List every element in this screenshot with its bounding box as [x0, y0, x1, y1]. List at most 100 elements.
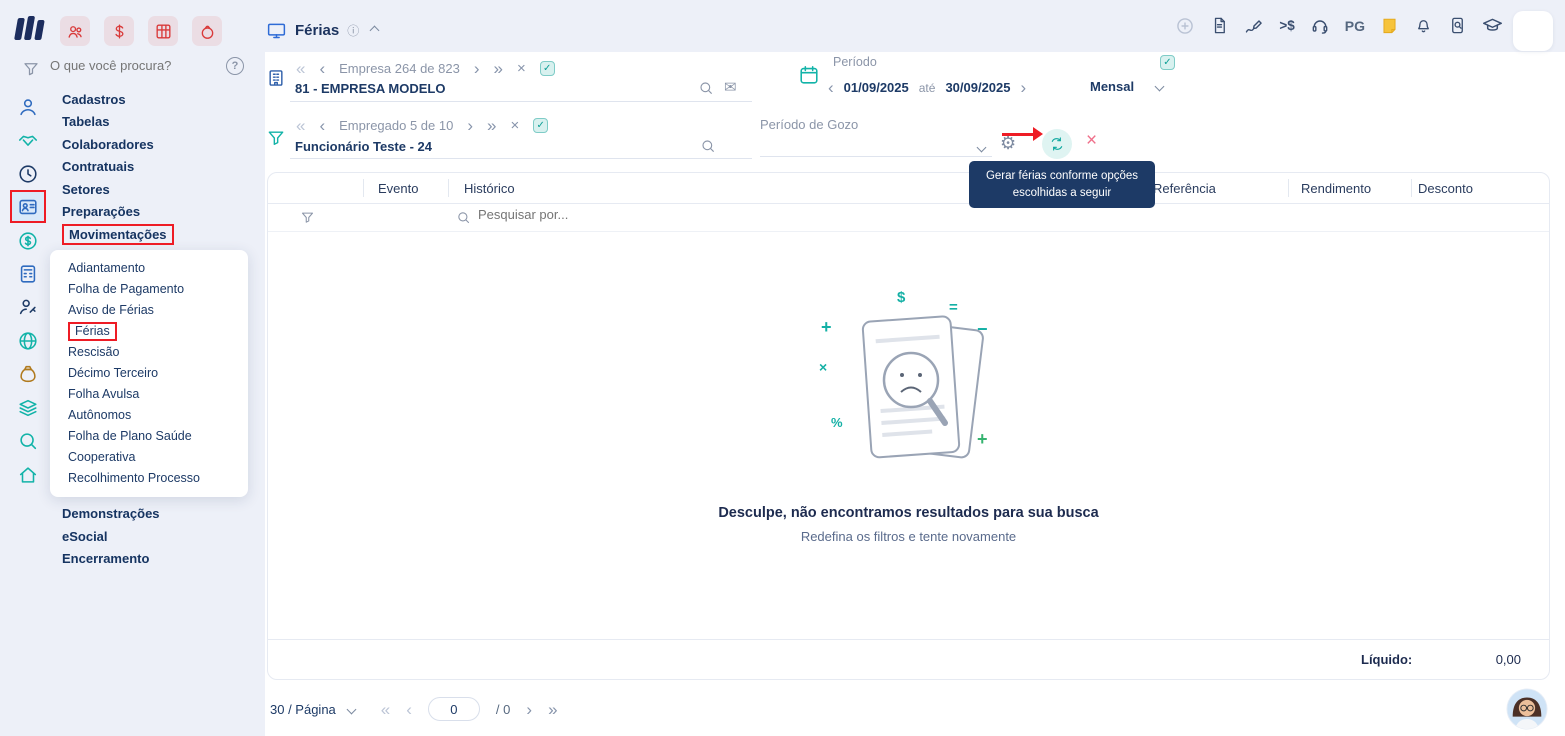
payroll-grid-icon[interactable]: [148, 16, 178, 46]
pagination-page-input[interactable]: [428, 697, 480, 721]
dollar-icon[interactable]: [104, 16, 134, 46]
column-header-rendimento[interactable]: Rendimento: [1301, 181, 1371, 196]
signature-icon[interactable]: [1244, 16, 1264, 36]
generate-vacation-refresh-icon[interactable]: [1042, 129, 1072, 159]
clock-icon[interactable]: [17, 163, 39, 185]
pagination-next-icon[interactable]: ›: [526, 701, 532, 718]
person-key-icon[interactable]: [17, 296, 39, 318]
employee-prev-icon[interactable]: ‹: [319, 117, 325, 134]
notes-icon[interactable]: [1380, 16, 1399, 35]
dollar-circle-icon[interactable]: [17, 230, 39, 252]
column-header-evento[interactable]: Evento: [378, 181, 418, 196]
info-icon[interactable]: ⓘ: [347, 22, 359, 39]
graduation-cap-icon[interactable]: [1482, 15, 1503, 36]
company-search-icon[interactable]: [698, 80, 714, 96]
layers-icon[interactable]: [17, 397, 39, 419]
people-icon[interactable]: [60, 16, 90, 46]
submenu-item-autonomos[interactable]: Autônomos: [68, 405, 248, 426]
period-filter-checkbox[interactable]: ✓: [1160, 55, 1175, 70]
document-icon[interactable]: [1210, 16, 1229, 35]
pagination-first-icon[interactable]: «: [381, 701, 390, 718]
sidebar-item-tabelas[interactable]: Tabelas: [56, 111, 264, 134]
company-last-icon[interactable]: »: [494, 60, 503, 77]
document-search-icon[interactable]: [1448, 16, 1467, 35]
weight-scale-icon[interactable]: [192, 16, 222, 46]
page-size-chevron-down-icon[interactable]: [346, 704, 356, 714]
company-first-icon[interactable]: «: [296, 60, 305, 77]
page-size-select[interactable]: 30 / Página: [270, 702, 336, 717]
column-header-referencia[interactable]: Referência: [1153, 181, 1216, 196]
gozo-cancel-icon[interactable]: ×: [1086, 131, 1097, 150]
sidebar-item-setores[interactable]: Setores: [56, 178, 264, 201]
calculator-icon[interactable]: [17, 263, 39, 285]
table-filter-funnel-icon[interactable]: [300, 210, 315, 225]
period-prev-icon[interactable]: ‹: [828, 79, 834, 96]
submenu-item-folha-de-pagamento[interactable]: Folha de Pagamento: [68, 279, 248, 300]
pagination-prev-icon[interactable]: ‹: [406, 701, 412, 718]
submenu-item-recolhimento-processo[interactable]: Recolhimento Processo: [68, 468, 248, 489]
sidebar-search-input[interactable]: [50, 58, 210, 73]
sidebar-item-contratuais[interactable]: Contratuais: [56, 156, 264, 179]
sidebar-item-esocial[interactable]: eSocial: [56, 525, 264, 548]
help-icon[interactable]: ?: [226, 57, 244, 75]
employee-next-icon[interactable]: ›: [467, 117, 473, 134]
user-avatar[interactable]: [1506, 688, 1548, 733]
column-header-desconto[interactable]: Desconto: [1418, 181, 1473, 196]
period-end-date[interactable]: 30/09/2025: [945, 80, 1010, 95]
home-icon[interactable]: [17, 464, 39, 486]
period-start-date[interactable]: 01/09/2025: [844, 80, 909, 95]
company-prev-icon[interactable]: ‹: [319, 60, 325, 77]
employee-filter-checkbox[interactable]: ✓: [533, 118, 548, 133]
employee-underline: [290, 158, 752, 159]
company-filter-checkbox[interactable]: ✓: [540, 61, 555, 76]
handshake-icon[interactable]: [17, 130, 39, 152]
sidebar-menu: Cadastros Tabelas Colaboradores Contratu…: [56, 88, 264, 570]
submenu-item-decimo-terceiro[interactable]: Décimo Terceiro: [68, 363, 248, 384]
employee-search-icon[interactable]: [700, 138, 716, 154]
pagination-last-icon[interactable]: »: [548, 701, 557, 718]
table-search-input[interactable]: [478, 207, 698, 222]
building-icon: [266, 68, 286, 88]
collapse-chevron-up-icon[interactable]: [370, 26, 380, 36]
search-icon[interactable]: [17, 430, 39, 452]
submenu-item-label: Décimo Terceiro: [68, 366, 158, 380]
sidebar-item-colaboradores[interactable]: Colaboradores: [56, 133, 264, 156]
sidebar-item-preparacoes[interactable]: Preparações: [56, 201, 264, 224]
submenu-item-folha-avulsa[interactable]: Folha Avulsa: [68, 384, 248, 405]
money-bag-icon[interactable]: [17, 363, 39, 385]
bell-icon[interactable]: [1414, 16, 1433, 35]
company-clear-icon[interactable]: ×: [517, 61, 526, 76]
employee-last-icon[interactable]: »: [487, 117, 496, 134]
column-header-historico[interactable]: Histórico: [464, 181, 515, 196]
submenu-item-adiantamento[interactable]: Adiantamento: [68, 258, 248, 279]
company-next-icon[interactable]: ›: [474, 60, 480, 77]
period-next-icon[interactable]: ›: [1021, 79, 1027, 96]
pg-icon[interactable]: PG: [1345, 18, 1365, 34]
employee-card-icon[interactable]: [10, 190, 46, 223]
annotation-arrow-shaft: [1002, 133, 1034, 136]
top-avatar-placeholder[interactable]: [1513, 11, 1553, 51]
gozo-settings-gear-icon[interactable]: ⚙: [1000, 134, 1016, 152]
submenu-item-rescisao[interactable]: Rescisão: [68, 342, 248, 363]
submenu-item-folha-de-plano-saude[interactable]: Folha de Plano Saúde: [68, 426, 248, 447]
table-footer: Líquido: 0,00: [268, 639, 1549, 679]
employee-first-icon[interactable]: «: [296, 117, 305, 134]
transfer-values-icon[interactable]: >$: [1279, 18, 1294, 33]
sidebar-item-movimentacoes[interactable]: Movimentações: [56, 223, 264, 246]
sidebar-item-encerramento[interactable]: Encerramento: [56, 548, 264, 571]
submenu-item-ferias[interactable]: Férias: [68, 321, 248, 342]
submenu-item-aviso-de-ferias[interactable]: Aviso de Férias: [68, 300, 248, 321]
check-icon: ✓: [1163, 57, 1171, 68]
sidebar-item-demonstracoes[interactable]: Demonstrações: [56, 503, 264, 526]
company-mail-icon[interactable]: ✉: [724, 78, 737, 96]
person-icon[interactable]: [17, 96, 39, 118]
employee-name[interactable]: Funcionário Teste - 24: [295, 139, 432, 154]
submenu-item-cooperativa[interactable]: Cooperativa: [68, 447, 248, 468]
sidebar-item-cadastros[interactable]: Cadastros: [56, 88, 264, 111]
employee-clear-icon[interactable]: ×: [510, 118, 519, 133]
add-circle-icon[interactable]: [1175, 16, 1195, 36]
period-mode-select[interactable]: Mensal: [1090, 79, 1163, 94]
globe-icon[interactable]: [17, 330, 39, 352]
company-name[interactable]: 81 - EMPRESA MODELO: [295, 81, 445, 96]
headset-icon[interactable]: [1310, 16, 1330, 36]
